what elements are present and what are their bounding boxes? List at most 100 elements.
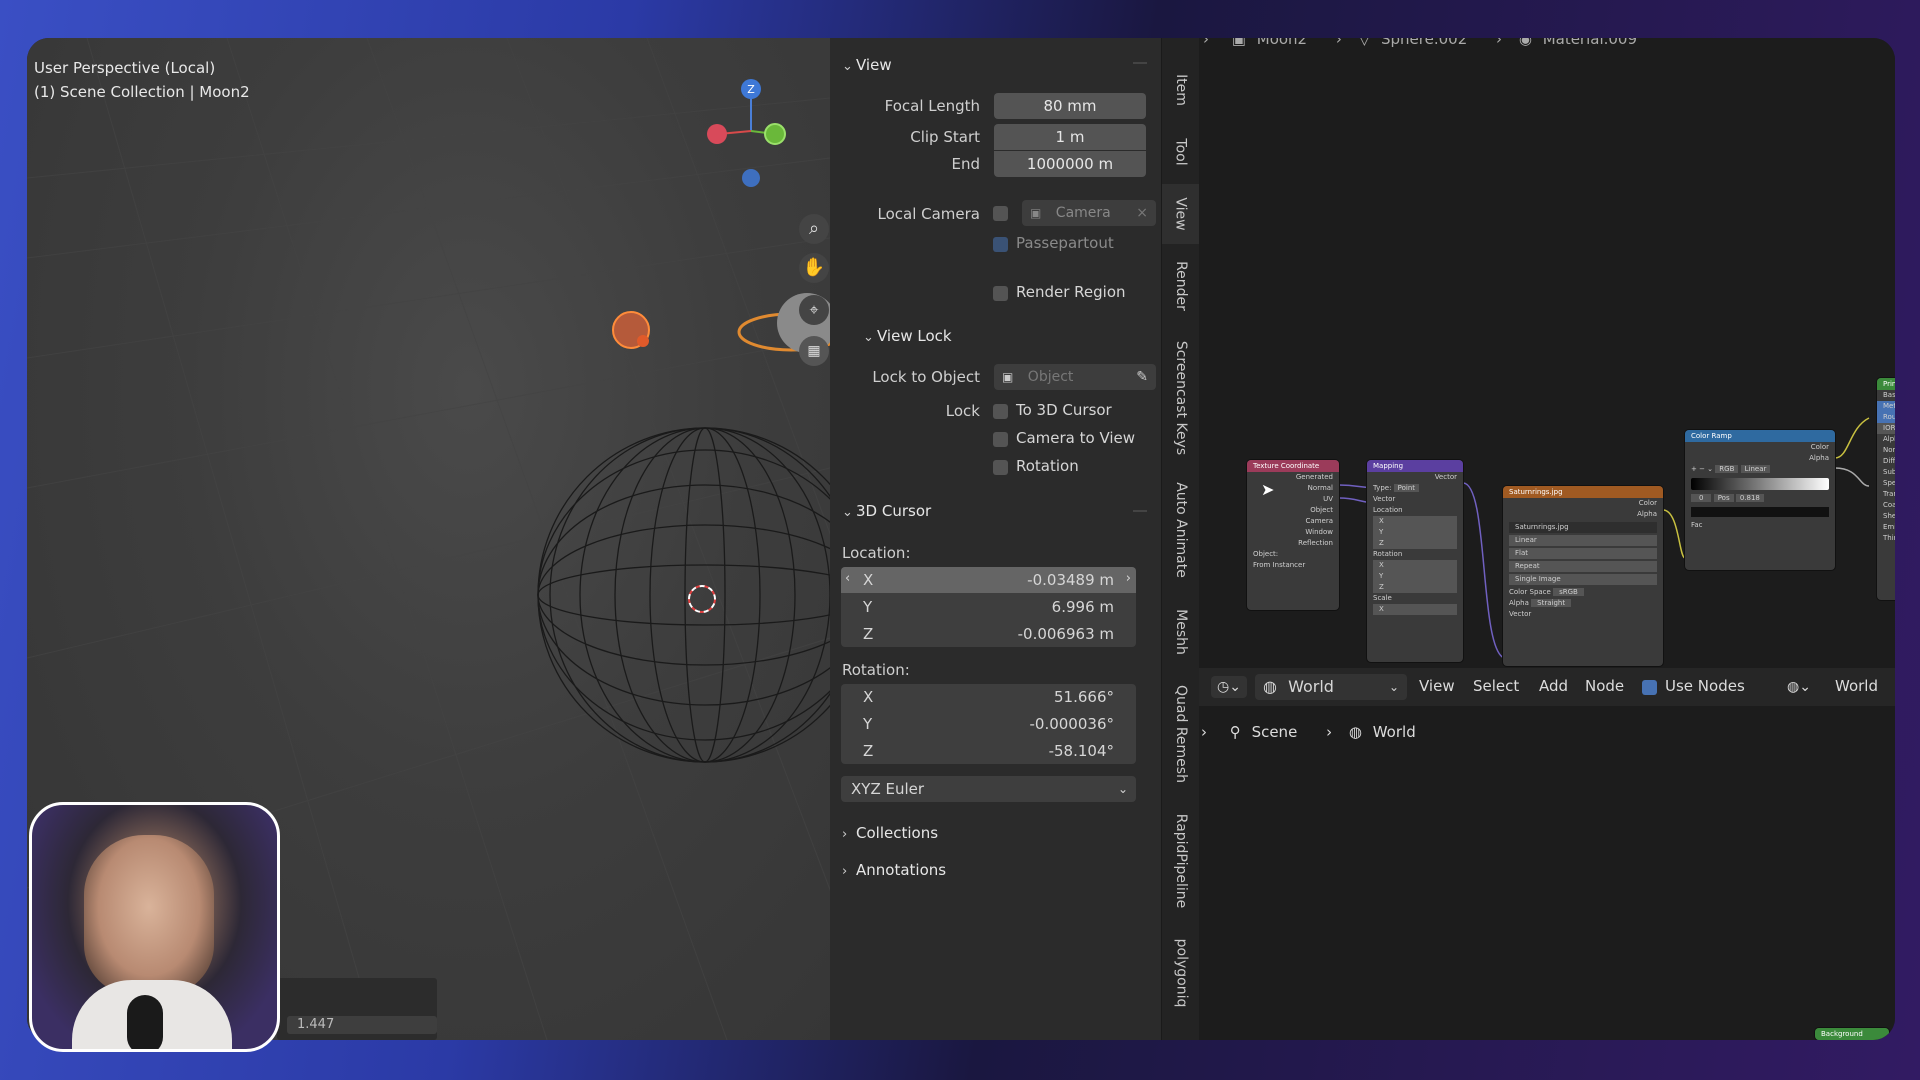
interpolation-dropdown[interactable]: Linear xyxy=(1509,535,1657,546)
tab-rapidpipeline[interactable]: RapidPipeline xyxy=(1162,796,1200,926)
view-lock-subsection[interactable]: ⌄ View Lock xyxy=(863,327,952,345)
local-camera-checkbox[interactable] xyxy=(993,206,1008,221)
node-editor[interactable]: › ▣ Moon2 › ▽ Sphere.002 › ◉ Material.00… xyxy=(1199,38,1895,1040)
location-z-field[interactable]: Z -0.006963 m xyxy=(841,621,1136,647)
node-background[interactable]: Background xyxy=(1815,1028,1889,1040)
node-principled-bsdf[interactable]: Principled Base Color Metallic Roughness… xyxy=(1877,378,1895,600)
tab-meshh[interactable]: Meshh xyxy=(1162,592,1200,672)
node-image-texture[interactable]: Saturnrings.jpg Color Alpha Saturnrings.… xyxy=(1503,486,1663,666)
collections-section-header[interactable]: › Collections xyxy=(842,824,938,842)
focal-length-field[interactable]: 80 mm xyxy=(994,93,1146,119)
panel-label[interactable]: Diffuse xyxy=(1877,456,1895,467)
rotation-z-field[interactable]: Z -58.104° xyxy=(841,738,1136,764)
annotations-title: Annotations xyxy=(856,861,947,879)
rotation-mode-dropdown[interactable]: XYZ Euler ⌄ xyxy=(841,776,1136,802)
field[interactable]: Y xyxy=(1373,527,1457,538)
field[interactable]: X xyxy=(1373,516,1457,527)
color-mode-dropdown[interactable]: RGB xyxy=(1715,465,1739,473)
tab-view[interactable]: View xyxy=(1162,184,1200,244)
axis-label: Y xyxy=(863,715,873,733)
lock-to-cursor-checkbox[interactable] xyxy=(993,404,1008,419)
field[interactable]: X xyxy=(1373,604,1457,615)
field[interactable]: X xyxy=(1373,560,1457,571)
lock-to-object-label: Lock to Object xyxy=(872,368,980,386)
interpolation-dropdown[interactable]: Linear xyxy=(1740,465,1771,473)
annotations-section-header[interactable]: › Annotations xyxy=(842,861,946,879)
local-camera-field[interactable]: ▣ Camera × xyxy=(1022,200,1156,226)
socket-label: Alpha xyxy=(1809,454,1829,462)
panel-label[interactable]: Sheen xyxy=(1877,511,1895,522)
world-datablock[interactable]: World xyxy=(1835,677,1878,695)
camera-to-view-checkbox[interactable] xyxy=(993,432,1008,447)
rotation-y-field[interactable]: Y -0.000036° xyxy=(841,711,1136,737)
alpha-dropdown[interactable]: Straight xyxy=(1531,599,1572,607)
clear-icon[interactable]: × xyxy=(1136,200,1148,226)
camera-icon[interactable]: ⌖ xyxy=(799,295,829,325)
clip-end-field[interactable]: 1000000 m xyxy=(994,151,1146,177)
world-browse-icon[interactable]: ◍⌄ xyxy=(1787,676,1827,698)
type-dropdown[interactable]: Point xyxy=(1393,484,1420,492)
tab-screencast-keys[interactable]: Screencast Keys xyxy=(1162,328,1200,468)
zoom-icon[interactable]: ⌕ xyxy=(799,214,829,244)
tab-quad-remesh[interactable]: Quad Remesh xyxy=(1162,674,1200,794)
extension-dropdown[interactable]: Repeat xyxy=(1509,561,1657,572)
drag-handle-icon[interactable] xyxy=(1133,510,1147,512)
increment-icon[interactable]: › xyxy=(1126,571,1131,586)
panel-label[interactable]: Specular xyxy=(1877,478,1895,489)
grid-view-icon[interactable]: ▦ xyxy=(799,336,829,366)
panel-label[interactable]: Thin Film xyxy=(1877,533,1895,544)
field[interactable]: Metallic xyxy=(1877,401,1895,412)
projection-dropdown[interactable]: Flat xyxy=(1509,548,1657,559)
drag-handle-icon[interactable] xyxy=(1133,62,1147,64)
color-ramp-gradient[interactable] xyxy=(1691,478,1829,490)
tab-render[interactable]: Render xyxy=(1162,246,1200,326)
stop-color-swatch[interactable] xyxy=(1691,507,1829,517)
menu-node[interactable]: Node xyxy=(1585,677,1624,695)
node-color-ramp[interactable]: Color Ramp Color Alpha + − ⌄ RGB Linear … xyxy=(1685,430,1835,570)
image-selector[interactable]: Saturnrings.jpg xyxy=(1509,522,1657,533)
panel-label[interactable]: Transmission xyxy=(1877,489,1895,500)
location-x-field[interactable]: ‹ X -0.03489 m › xyxy=(841,567,1136,593)
render-region-checkbox[interactable] xyxy=(993,286,1008,301)
field[interactable]: Z xyxy=(1373,582,1457,593)
pos-value[interactable]: 0.818 xyxy=(1735,494,1764,502)
last-operator-panel[interactable]: 1.447 xyxy=(277,978,437,1040)
tab-polygoniq[interactable]: polygoniq xyxy=(1162,928,1200,1018)
tab-auto-animate[interactable]: Auto Animate xyxy=(1162,470,1200,590)
use-nodes-checkbox[interactable] xyxy=(1642,680,1657,695)
menu-add[interactable]: Add xyxy=(1539,677,1568,695)
panel-label[interactable]: Emission xyxy=(1877,522,1895,533)
breadcrumb-world[interactable]: World xyxy=(1373,723,1416,741)
operator-value[interactable]: 1.447 xyxy=(287,1016,437,1034)
lock-to-object-field[interactable]: ▣ Object ✎ xyxy=(994,364,1156,390)
color-space-dropdown[interactable]: sRGB xyxy=(1553,588,1584,596)
clip-start-field[interactable]: 1 m xyxy=(994,124,1146,150)
3d-cursor-section-header[interactable]: ⌄ 3D Cursor xyxy=(842,502,931,520)
stop-index[interactable]: 0 xyxy=(1691,494,1712,502)
breadcrumb-scene[interactable]: Scene xyxy=(1252,723,1298,741)
tab-tool[interactable]: Tool xyxy=(1162,122,1200,182)
pan-hand-icon[interactable]: ✋ xyxy=(799,253,829,283)
menu-view[interactable]: View xyxy=(1419,677,1455,695)
tab-item[interactable]: Item xyxy=(1162,60,1200,120)
panel-label[interactable]: Coat xyxy=(1877,500,1895,511)
field[interactable]: Roughness xyxy=(1877,412,1895,423)
decrement-icon[interactable]: ‹ xyxy=(845,571,850,586)
view-section-header[interactable]: ⌄ View xyxy=(842,56,892,74)
menu-select[interactable]: Select xyxy=(1473,677,1519,695)
axis-label: X xyxy=(863,571,874,589)
lock-rotation-checkbox[interactable] xyxy=(993,460,1008,475)
location-y-field[interactable]: Y 6.996 m xyxy=(841,594,1136,620)
rotation-x-field[interactable]: X 51.666° xyxy=(841,684,1136,710)
field[interactable]: Y xyxy=(1373,571,1457,582)
panel-label[interactable]: Subsurface xyxy=(1877,467,1895,478)
navigation-gizmo[interactable]: Z xyxy=(687,58,830,208)
eyedropper-icon[interactable]: ✎ xyxy=(1136,364,1148,390)
node-mapping[interactable]: Mapping Vector Type: Point Vector Locati… xyxy=(1367,460,1463,662)
source-dropdown[interactable]: Single Image xyxy=(1509,574,1657,585)
field[interactable]: Z xyxy=(1373,538,1457,549)
shader-type-dropdown[interactable]: ◍ World ⌄ xyxy=(1255,674,1407,700)
editor-type-icon[interactable]: ◷⌄ xyxy=(1211,676,1247,698)
passepartout-checkbox[interactable] xyxy=(993,237,1008,252)
field[interactable]: IOR xyxy=(1877,423,1895,434)
